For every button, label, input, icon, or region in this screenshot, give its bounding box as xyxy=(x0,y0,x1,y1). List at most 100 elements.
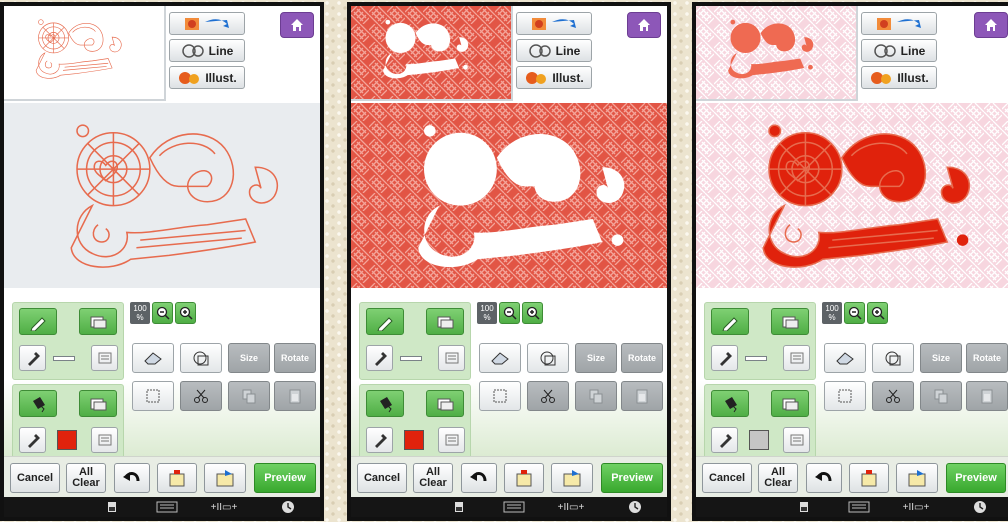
select-rect-button[interactable] xyxy=(132,381,174,411)
save-button[interactable] xyxy=(504,463,544,493)
line-eyedropper-button[interactable] xyxy=(366,345,393,371)
size-button[interactable]: Size xyxy=(575,343,617,373)
region-eyedropper-button[interactable] xyxy=(19,427,46,453)
select-region-button[interactable] xyxy=(527,343,569,373)
line-eyedropper-button[interactable] xyxy=(711,345,738,371)
line-pen-button[interactable] xyxy=(711,308,749,335)
zoom-out-button[interactable] xyxy=(152,302,173,324)
line-button[interactable]: Line xyxy=(169,39,245,62)
cancel-button[interactable]: Cancel xyxy=(357,463,407,493)
select-rect-button[interactable] xyxy=(824,381,866,411)
cut-button[interactable] xyxy=(527,381,569,411)
all-clear-button[interactable]: All Clear xyxy=(758,463,798,493)
retrieve-button[interactable] xyxy=(551,463,593,493)
save-button[interactable] xyxy=(157,463,197,493)
preview-button[interactable]: Preview xyxy=(254,463,316,493)
illust-button[interactable]: Illust. xyxy=(861,66,937,89)
zoom-out-icon xyxy=(848,306,862,320)
design-canvas[interactable] xyxy=(4,103,320,288)
eraser-button[interactable] xyxy=(824,343,866,373)
select-region-button[interactable] xyxy=(180,343,222,373)
line-eraser-button[interactable] xyxy=(426,308,464,335)
save-button[interactable] xyxy=(849,463,889,493)
home-button[interactable] xyxy=(627,12,661,38)
zoom-out-button[interactable] xyxy=(844,302,865,324)
select-rect-button[interactable] xyxy=(479,381,521,411)
line-button[interactable]: Line xyxy=(516,39,592,62)
pattern-switch-button[interactable] xyxy=(169,12,245,35)
region-color-swatch[interactable] xyxy=(57,430,77,450)
line-settings-button[interactable] xyxy=(91,345,118,371)
illust-button[interactable]: Illust. xyxy=(516,66,592,89)
line-eraser-button[interactable] xyxy=(771,308,809,335)
region-eraser-button[interactable] xyxy=(426,390,464,417)
copy-button[interactable] xyxy=(228,381,270,411)
zoom-in-icon xyxy=(871,306,885,320)
line-eraser-button[interactable] xyxy=(79,308,117,335)
eraser-button[interactable] xyxy=(479,343,521,373)
region-color-swatch[interactable] xyxy=(404,430,424,450)
copy-button[interactable] xyxy=(920,381,962,411)
retrieve-button[interactable] xyxy=(896,463,938,493)
select-region-icon xyxy=(885,351,901,366)
design-thumbnail[interactable] xyxy=(696,6,858,101)
zoom-in-button[interactable] xyxy=(522,302,543,324)
rotate-button[interactable]: Rotate xyxy=(966,343,1008,373)
cancel-button[interactable]: Cancel xyxy=(10,463,60,493)
design-canvas[interactable] xyxy=(696,103,1008,288)
region-fill-button[interactable] xyxy=(711,390,749,417)
cut-button[interactable] xyxy=(180,381,222,411)
screen-illustration-mode: Line Illust. 100 % Size Rotate Cancel Al… xyxy=(692,2,1008,521)
line-icon xyxy=(181,43,204,58)
all-clear-button[interactable]: All Clear xyxy=(66,463,106,493)
line-button[interactable]: Line xyxy=(861,39,937,62)
preview-button[interactable]: Preview xyxy=(601,463,663,493)
line-settings-button[interactable] xyxy=(783,345,810,371)
cancel-button[interactable]: Cancel xyxy=(702,463,752,493)
rotate-button[interactable]: Rotate xyxy=(621,343,663,373)
illust-button[interactable]: Illust. xyxy=(169,66,245,89)
design-thumbnail[interactable] xyxy=(351,6,513,101)
cut-button[interactable] xyxy=(872,381,914,411)
paste-button[interactable] xyxy=(966,381,1008,411)
zoom-in-button[interactable] xyxy=(175,302,196,324)
region-settings-button[interactable] xyxy=(783,427,810,453)
region-color-swatch[interactable] xyxy=(749,430,769,450)
retrieve-button[interactable] xyxy=(204,463,246,493)
size-button[interactable]: Size xyxy=(228,343,270,373)
undo-button[interactable] xyxy=(461,463,497,493)
design-thumbnail[interactable] xyxy=(4,6,166,101)
line-pen-button[interactable] xyxy=(19,308,57,335)
eraser-button[interactable] xyxy=(132,343,174,373)
preview-button[interactable]: Preview xyxy=(946,463,1006,493)
line-settings-button[interactable] xyxy=(438,345,465,371)
region-eraser-button[interactable] xyxy=(771,390,809,417)
zoom-out-button[interactable] xyxy=(499,302,520,324)
home-button[interactable] xyxy=(280,12,314,38)
rotate-button[interactable]: Rotate xyxy=(274,343,316,373)
select-region-button[interactable] xyxy=(872,343,914,373)
region-eyedropper-button[interactable] xyxy=(366,427,393,453)
all-clear-button[interactable]: All Clear xyxy=(413,463,453,493)
paste-button[interactable] xyxy=(274,381,316,411)
zoom-controls: 100% xyxy=(822,302,888,324)
region-fill-button[interactable] xyxy=(19,390,57,417)
region-eyedropper-button[interactable] xyxy=(711,427,738,453)
pattern-switch-button[interactable] xyxy=(861,12,937,35)
undo-button[interactable] xyxy=(114,463,150,493)
region-fill-button[interactable] xyxy=(366,390,404,417)
region-settings-button[interactable] xyxy=(438,427,465,453)
region-settings-button[interactable] xyxy=(91,427,118,453)
line-tool-group xyxy=(704,302,816,380)
design-canvas[interactable] xyxy=(351,103,667,288)
line-pen-button[interactable] xyxy=(366,308,404,335)
region-eraser-button[interactable] xyxy=(79,390,117,417)
home-button[interactable] xyxy=(974,12,1008,38)
undo-button[interactable] xyxy=(806,463,842,493)
size-button[interactable]: Size xyxy=(920,343,962,373)
copy-button[interactable] xyxy=(575,381,617,411)
paste-button[interactable] xyxy=(621,381,663,411)
pattern-switch-button[interactable] xyxy=(516,12,592,35)
line-eyedropper-button[interactable] xyxy=(19,345,46,371)
zoom-in-button[interactable] xyxy=(867,302,888,324)
